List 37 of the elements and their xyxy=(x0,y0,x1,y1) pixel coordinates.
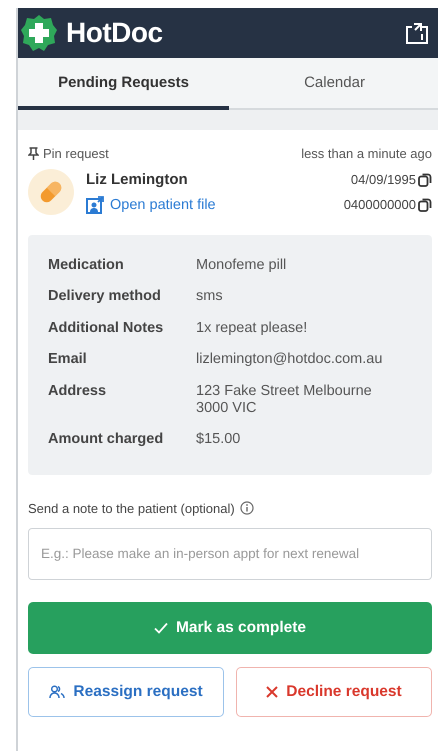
detail-label: Delivery method xyxy=(48,288,162,306)
patient-name: Liz Lemington xyxy=(86,170,189,188)
note-input-field[interactable]: E.g.: Please make an in-person appt for next renewal xyxy=(28,528,432,580)
detail-label: Additional Notes xyxy=(48,320,164,338)
copy-icon[interactable] xyxy=(418,172,432,186)
open-patient-file-link[interactable]: Open patient file xyxy=(86,196,344,214)
check-icon xyxy=(154,622,168,634)
date-of-birth: 04/09/1995 xyxy=(350,172,416,187)
tab[interactable]: Calendar xyxy=(229,58,438,110)
info-icon[interactable] xyxy=(240,501,254,516)
detail-label: Medication xyxy=(48,257,125,274)
patient-file-icon xyxy=(86,196,104,214)
note-label: Send a note to the patient (optional) xyxy=(28,500,235,516)
detail-label: Email xyxy=(48,351,88,369)
request-time: less than a minute ago xyxy=(301,146,432,161)
detail-value: lizlemington@hotdoc.com.au xyxy=(196,351,384,369)
detail-value: Monofeme pill xyxy=(196,257,288,274)
reassign-button[interactable]: Reassign request xyxy=(28,666,224,717)
pin-request-link[interactable]: Pin request xyxy=(43,146,109,161)
people-icon xyxy=(49,684,66,699)
detail-value: $15.00 xyxy=(196,431,242,449)
decline-button[interactable]: Decline request xyxy=(236,666,432,717)
pill-avatar-icon xyxy=(28,169,74,215)
brand-name: HotDoc xyxy=(66,17,163,49)
mark-complete-button[interactable]: Mark as complete xyxy=(28,602,432,654)
phone-number: 0400000000 xyxy=(344,197,416,212)
detail-value: sms xyxy=(196,288,224,306)
detail-label: Amount charged xyxy=(48,431,164,449)
close-icon xyxy=(266,686,278,698)
export-icon[interactable] xyxy=(404,21,430,45)
detail-value: 123 Fake Street Melbourne 3000 VIC xyxy=(196,382,373,418)
tab[interactable]: Pending Requests xyxy=(18,58,229,110)
detail-value: 1x repeat please! xyxy=(196,320,308,338)
copy-icon[interactable] xyxy=(418,198,432,212)
detail-label: Address xyxy=(48,382,108,401)
pin-icon[interactable] xyxy=(28,147,39,160)
logo-icon xyxy=(20,14,58,52)
